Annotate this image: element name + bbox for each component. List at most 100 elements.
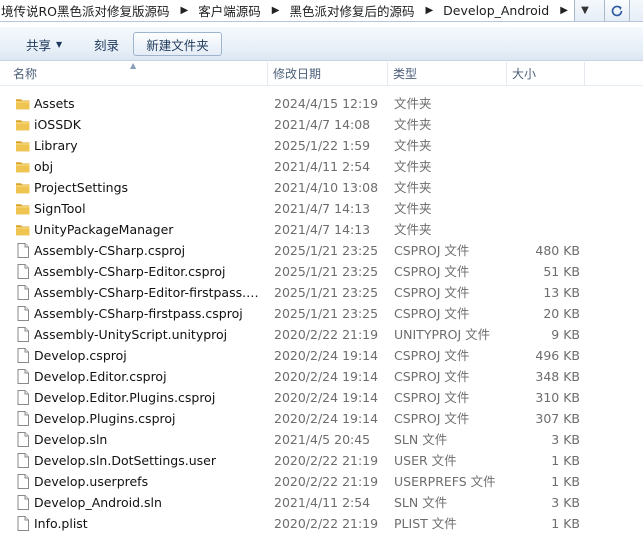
file-name: Library: [34, 138, 78, 153]
file-name: Develop.sln.DotSettings.user: [34, 453, 216, 468]
file-size: 480 KB: [535, 243, 580, 258]
file-size: 1 KB: [551, 453, 580, 468]
file-date-modified: 2025/1/21 23:25: [274, 243, 379, 258]
file-icon: [15, 327, 31, 342]
file-name: Assembly-CSharp.csproj: [34, 243, 186, 258]
file-row[interactable]: Develop.csproj 2020/2/24 19:14 CSPROJ 文件 49…: [0, 345, 643, 366]
file-type: SLN 文件: [394, 495, 448, 510]
file-row[interactable]: Info.plist 2020/2/22 21:19 PLIST 文件 1 KB: [0, 513, 643, 534]
file-row[interactable]: Develop.Editor.Plugins.csproj 2020/2/24 1…: [0, 387, 643, 408]
file-name: Assembly-CSharp-Editor.csproj: [34, 264, 226, 279]
folder-icon: [15, 159, 31, 174]
column-header-size[interactable]: 大小: [507, 62, 585, 85]
share-label: 共享: [26, 37, 52, 53]
column-header-date[interactable]: 修改日期: [268, 62, 388, 85]
file-name: ProjectSettings: [34, 180, 129, 195]
file-row[interactable]: Assembly-CSharp-Editor.csproj 2025/1/21 2…: [0, 261, 643, 282]
chevron-right-icon[interactable]: ▶: [552, 5, 574, 16]
file-size: 307 KB: [535, 411, 580, 426]
file-row[interactable]: Library 2025/1/22 1:59 文件夹: [0, 135, 643, 156]
explorer-window: 境传说RO黑色派对修复版源码 ▶ 客户端源码 ▶ 黑色派对修复后的源码 ▶ De…: [0, 0, 643, 543]
chevron-down-icon: ▼: [56, 39, 63, 49]
file-icon: [15, 390, 31, 405]
folder-icon: [15, 201, 31, 216]
share-button[interactable]: 共享 ▼: [20, 32, 68, 56]
file-size: 1 KB: [551, 474, 580, 489]
chevron-right-icon[interactable]: ▶: [417, 5, 442, 16]
column-header-type[interactable]: 类型: [388, 62, 507, 85]
column-header-name[interactable]: 名称: [8, 62, 268, 85]
file-date-modified: 2021/4/11 2:54: [274, 159, 371, 174]
file-size: 3 KB: [551, 495, 580, 510]
breadcrumb-item[interactable]: Develop_Android ▶: [442, 0, 574, 21]
file-size: 310 KB: [535, 390, 580, 405]
new-folder-button[interactable]: 新建文件夹: [133, 32, 222, 56]
breadcrumb[interactable]: 境传说RO黑色派对修复版源码 ▶ 客户端源码 ▶ 黑色派对修复后的源码 ▶ De…: [0, 0, 575, 21]
address-history-dropdown[interactable]: ▼: [574, 0, 596, 21]
file-type: USERPREFS 文件: [394, 474, 496, 489]
file-row[interactable]: Develop.Editor.csproj 2020/2/24 19:14 CSPR…: [0, 366, 643, 387]
file-type: 文件夹: [394, 222, 432, 237]
file-type: CSPROJ 文件: [394, 243, 470, 258]
chevron-right-icon[interactable]: ▶: [264, 5, 289, 16]
breadcrumb-item[interactable]: 客户端源码 ▶: [197, 0, 288, 21]
file-name: SignTool: [34, 201, 86, 216]
file-type: 文件夹: [394, 159, 432, 174]
file-date-modified: 2021/4/7 14:13: [274, 201, 371, 216]
file-type: CSPROJ 文件: [394, 264, 470, 279]
file-date-modified: 2020/2/22 21:19: [274, 453, 379, 468]
folder-icon: [15, 117, 31, 132]
file-row[interactable]: Assets 2024/4/15 12:19 文件夹: [0, 93, 643, 114]
file-icon: [15, 306, 31, 321]
file-row[interactable]: ProjectSettings 2021/4/10 13:08 文件夹: [0, 177, 643, 198]
breadcrumb-item[interactable]: 黑色派对修复后的源码 ▶: [288, 0, 442, 21]
file-name: Develop.Editor.csproj: [34, 369, 167, 384]
file-row[interactable]: obj 2021/4/11 2:54 文件夹: [0, 156, 643, 177]
file-row[interactable]: Develop_Android.sln 2021/4/11 2:54 SLN 文件 3…: [0, 492, 643, 513]
file-row[interactable]: Develop.userprefs 2020/2/22 21:19 USERPREF…: [0, 471, 643, 492]
file-icon: [15, 474, 31, 489]
file-icon: [15, 264, 31, 279]
chevron-right-icon[interactable]: ▶: [173, 5, 198, 16]
refresh-button[interactable]: [604, 0, 630, 21]
file-row[interactable]: iOSSDK 2021/4/7 14:08 文件夹: [0, 114, 643, 135]
breadcrumb-label: Develop_Android: [443, 3, 550, 18]
file-name: Develop.Plugins.csproj: [34, 411, 176, 426]
file-row[interactable]: Develop.sln 2021/4/5 20:45 SLN 文件 3 KB: [0, 429, 643, 450]
burn-button[interactable]: 刻录: [88, 32, 125, 56]
file-row[interactable]: Assembly-UnityScript.unityproj 2020/2/22 …: [0, 324, 643, 345]
breadcrumb-item[interactable]: 境传说RO黑色派对修复版源码 ▶: [0, 0, 197, 21]
file-row[interactable]: SignTool 2021/4/7 14:13 文件夹: [0, 198, 643, 219]
file-type: USER 文件: [394, 453, 457, 468]
file-date-modified: 2025/1/22 1:59: [274, 138, 371, 153]
file-date-modified: 2020/2/24 19:14: [274, 390, 379, 405]
file-icon: [15, 495, 31, 510]
file-type: CSPROJ 文件: [394, 306, 470, 321]
file-row[interactable]: Assembly-CSharp-firstpass.csproj 2025/1/2…: [0, 303, 643, 324]
file-name: Assembly-UnityScript.unityproj: [34, 327, 228, 342]
file-date-modified: 2020/2/22 21:19: [274, 474, 379, 489]
file-size: 13 KB: [543, 285, 580, 300]
file-type: CSPROJ 文件: [394, 348, 470, 363]
file-date-modified: 2020/2/24 19:14: [274, 369, 379, 384]
file-name: Develop_Android.sln: [34, 495, 162, 510]
file-row[interactable]: Develop.Plugins.csproj 2020/2/24 19:14 CSP…: [0, 408, 643, 429]
file-size: 496 KB: [535, 348, 580, 363]
file-icon: [15, 348, 31, 363]
file-size: 3 KB: [551, 432, 580, 447]
column-header-label: 修改日期: [273, 67, 322, 81]
file-name: iOSSDK: [34, 117, 82, 132]
file-row[interactable]: UnityPackageManager 2021/4/7 14:13 文件夹: [0, 219, 643, 240]
file-row[interactable]: Assembly-CSharp-Editor-firstpass.cs... 20…: [0, 282, 643, 303]
file-date-modified: 2021/4/11 2:54: [274, 495, 371, 510]
file-date-modified: 2021/4/7 14:08: [274, 117, 371, 132]
file-row[interactable]: Develop.sln.DotSettings.user 2020/2/22 21…: [0, 450, 643, 471]
file-row[interactable]: Assembly-CSharp.csproj 2025/1/21 23:25 CSP…: [0, 240, 643, 261]
new-folder-label: 新建文件夹: [146, 37, 209, 53]
column-header-label: 类型: [393, 67, 418, 81]
command-bar: 共享 ▼ 刻录 新建文件夹: [0, 27, 643, 61]
file-date-modified: 2025/1/21 23:25: [274, 264, 379, 279]
file-date-modified: 2020/2/22 21:19: [274, 327, 379, 342]
folder-icon: [15, 222, 31, 237]
breadcrumb-label: 境传说RO黑色派对修复版源码: [1, 4, 170, 19]
